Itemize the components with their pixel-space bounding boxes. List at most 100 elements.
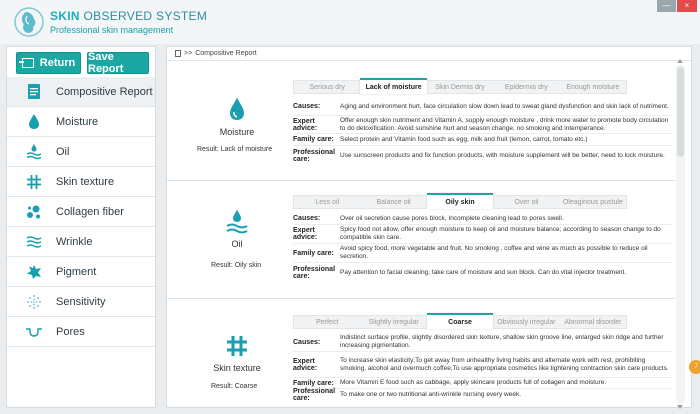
- sidebar-item-collagen-fiber[interactable]: Collagen fiber: [7, 197, 155, 227]
- hash-icon: [227, 336, 247, 356]
- table-row: Professional care: To make one or two nu…: [293, 388, 673, 402]
- report-icon: [25, 83, 43, 101]
- row-label: Causes:: [293, 215, 321, 222]
- level-tab[interactable]: Oleaginous pustule: [560, 196, 626, 208]
- breadcrumb: >> Compositive Report: [175, 50, 257, 57]
- scrollbar[interactable]: [676, 59, 685, 409]
- floating-badge[interactable]: 7: [689, 360, 700, 374]
- table-row: Family care: Avoid spicy food, more vege…: [293, 244, 673, 263]
- sidebar-item-label: Sensitivity: [56, 295, 106, 308]
- advice-table: Causes: Over oil secretion cause pores b…: [293, 213, 673, 283]
- sidebar-item-pores[interactable]: Pores: [7, 317, 155, 347]
- row-label: Causes:: [293, 338, 321, 346]
- section-divider: [167, 298, 675, 299]
- pores-icon: [25, 323, 43, 341]
- collagen-icon: [25, 203, 43, 221]
- report-panel: >> Compositive Report Moisture Result: L…: [166, 46, 692, 409]
- sidebar-item-label: Moisture: [56, 115, 99, 128]
- close-button[interactable]: ×: [677, 0, 697, 12]
- table-row: Causes: Aging and environment hurt, face…: [293, 98, 673, 116]
- row-text: Select protein and Vitamin food such as …: [340, 135, 588, 143]
- table-row: Causes: Over oil secretion cause pores b…: [293, 213, 673, 225]
- oil-icon: [226, 210, 248, 234]
- row-text: Offer enough skin nutriment and Vitamin …: [340, 116, 669, 132]
- row-text: To make one or two nutritional anti-wrin…: [340, 391, 522, 398]
- level-tab[interactable]: Balance oil: [360, 196, 426, 208]
- section-moisture: Moisture Result: Lack of moisture Seriou…: [167, 69, 675, 177]
- sidebar-nav: Compositive Report Moisture Oil Skin tex…: [7, 77, 155, 347]
- breadcrumb-separator: >>: [184, 50, 193, 57]
- row-label: Family care:: [293, 379, 334, 387]
- row-text: To increase skin elasticity;To get away …: [340, 356, 669, 372]
- level-tab[interactable]: Perfect: [294, 316, 360, 328]
- level-tab[interactable]: Less oil: [294, 196, 360, 208]
- advice-table: Causes: Aging and environment hurt, face…: [293, 98, 673, 166]
- sidebar-item-skin-texture[interactable]: Skin texture: [7, 167, 155, 197]
- level-tab[interactable]: Serious dry: [294, 81, 360, 93]
- section-result: Result: Coarse: [211, 383, 258, 390]
- minimize-button[interactable]: —: [657, 0, 676, 12]
- sensitivity-icon: [25, 293, 43, 311]
- sidebar-item-moisture[interactable]: Moisture: [7, 107, 155, 137]
- sidebar-item-oil[interactable]: Oil: [7, 137, 155, 167]
- row-label: Professional care:: [293, 388, 336, 402]
- level-tab[interactable]: Epidermis dry: [493, 81, 559, 93]
- save-report-button[interactable]: Save Report: [87, 51, 149, 75]
- level-tab-selected[interactable]: Coarse: [426, 313, 494, 329]
- level-tab[interactable]: Obviously irregular: [493, 316, 559, 328]
- level-tab-selected[interactable]: Lack of moisture: [360, 78, 427, 94]
- sidebar-item-compositive-report[interactable]: Compositive Report: [7, 77, 155, 107]
- level-tab[interactable]: Enough moisture: [560, 81, 626, 93]
- section-title: Skin texture: [213, 363, 261, 373]
- level-tab[interactable]: Over oil: [493, 196, 559, 208]
- row-text: Aging and environment hurt, face circula…: [340, 102, 669, 110]
- row-text: More Vitamin E food such as cabbage, app…: [340, 379, 607, 386]
- scroll-up-icon[interactable]: [677, 59, 683, 63]
- divider: [167, 60, 691, 61]
- return-button[interactable]: Return: [16, 52, 81, 74]
- return-label: Return: [39, 57, 76, 69]
- page-icon: [175, 50, 181, 57]
- row-label: Family care:: [293, 136, 334, 143]
- row-text: Avoid spicy food, more vegetable and fru…: [340, 245, 648, 260]
- row-text: Over oil secretion cause pores block, In…: [340, 214, 564, 222]
- sidebar: Return Save Report Compositive Report Mo…: [6, 46, 156, 408]
- sidebar-item-sensitivity[interactable]: Sensitivity: [7, 287, 155, 317]
- table-row: Professional care: Use sunscreen product…: [293, 146, 673, 166]
- section-result: Result: Lack of moisture: [197, 146, 273, 153]
- wrinkle-icon: [25, 233, 43, 251]
- level-tab[interactable]: Abnormal disorder: [560, 316, 626, 328]
- sidebar-item-wrinkle[interactable]: Wrinkle: [7, 227, 155, 257]
- section-title: Oil: [231, 239, 243, 249]
- app-header: SKIN OBSERVED SYSTEM Professional skin m…: [0, 0, 700, 44]
- scroll-thumb[interactable]: [677, 67, 684, 157]
- scroll-down-icon[interactable]: [677, 405, 683, 409]
- level-tabs: Serious dry Lack of moisture Skin Dermis…: [293, 78, 627, 94]
- sidebar-item-pigment[interactable]: Pigment: [7, 257, 155, 287]
- logo-icon: [14, 7, 44, 37]
- row-label: Expert advice:: [293, 357, 318, 372]
- section-title: Moisture: [219, 127, 255, 137]
- app-subtitle: Professional skin management: [50, 25, 174, 35]
- table-row: Family care: Select protein and Vitamin …: [293, 134, 673, 146]
- hash-icon: [25, 173, 43, 191]
- table-row: Expert advice: Offer enough skin nutrime…: [293, 116, 673, 134]
- row-label: Expert advice:: [293, 227, 318, 241]
- app-title-part1: SKIN: [50, 9, 80, 23]
- table-row: Professional care: Pay attention to faci…: [293, 263, 673, 283]
- sidebar-item-label: Collagen fiber: [56, 205, 124, 218]
- sidebar-item-label: Pigment: [56, 265, 97, 278]
- row-label: Causes:: [293, 103, 321, 110]
- row-text: Use sunscreen products and fix function …: [340, 152, 665, 159]
- row-text: Spicy food not allow, offer enough moist…: [340, 226, 661, 241]
- table-row: Expert advice: Spicy food not allow, off…: [293, 225, 673, 244]
- level-tab[interactable]: Slightly irregular: [360, 316, 426, 328]
- table-row: Family care: More Vitamin E food such as…: [293, 378, 673, 389]
- brand: SKIN OBSERVED SYSTEM Professional skin m…: [50, 9, 207, 35]
- sidebar-item-label: Wrinkle: [56, 235, 93, 248]
- level-tab-selected[interactable]: Oily skin: [426, 193, 494, 209]
- row-text: Indistinct surface profile, slightly dis…: [340, 334, 664, 349]
- level-tab[interactable]: Skin Dermis dry: [427, 81, 493, 93]
- sidebar-item-label: Compositive Report: [56, 85, 153, 98]
- row-label: Professional care:: [293, 149, 336, 163]
